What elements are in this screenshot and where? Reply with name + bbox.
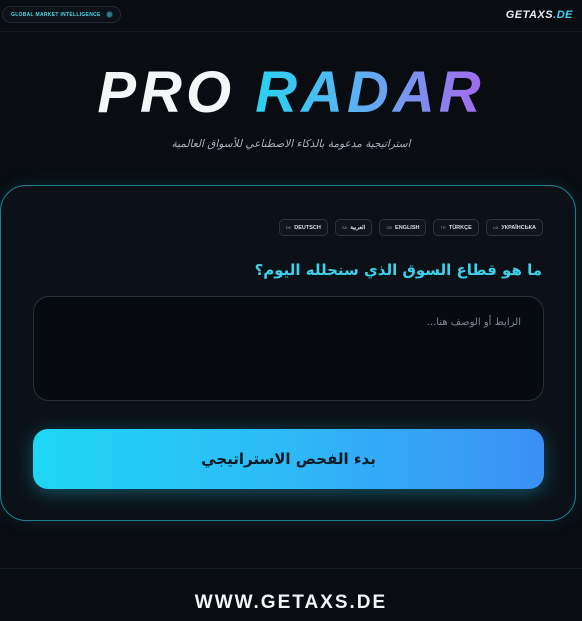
- market-intelligence-badge: GLOBAL MARKET INTELLIGENCE: [2, 6, 121, 23]
- hero-tagline: استراتيجية مدعومة بالذكاء الاصطناعي للأس…: [171, 138, 411, 150]
- lang-button-de[interactable]: DE DEUTSCH: [278, 219, 328, 236]
- lang-button-en[interactable]: GB ENGLISH: [379, 219, 427, 236]
- footer-brand-link[interactable]: WWW.GETAXS.DE: [0, 592, 582, 614]
- brand-main: GETAXS: [505, 9, 554, 21]
- language-switcher: DE DEUTSCH SA العربية GB ENGLISH TR TÜRK…: [278, 219, 543, 236]
- hero-title: PRO RADAR: [0, 58, 582, 128]
- lang-label: TÜRKÇE: [448, 224, 472, 231]
- footer-divider: [0, 568, 582, 569]
- lang-button-ar[interactable]: SA العربية: [334, 219, 373, 236]
- lang-button-uk[interactable]: UA УКРАЇНСЬКА: [485, 219, 543, 236]
- hero-title-word2: RADAR: [255, 60, 485, 125]
- flag-tr-icon: TR: [440, 225, 446, 230]
- analysis-card: DE DEUTSCH SA العربية GB ENGLISH TR TÜRK…: [0, 185, 576, 521]
- status-dot-icon: [106, 12, 112, 17]
- brand-logo[interactable]: GETAXS.DE: [506, 9, 573, 21]
- market-input-field[interactable]: [33, 296, 544, 401]
- form-question: ما هو قطاع السوق الذي سنحلله اليوم؟: [254, 261, 542, 279]
- brand-tld: .DE: [553, 9, 573, 21]
- badge-label: GLOBAL MARKET INTELLIGENCE: [11, 11, 101, 18]
- hero: PRO RADAR: [0, 58, 582, 128]
- start-scan-button[interactable]: بدء الفحص الاستراتيجي: [33, 429, 544, 489]
- lang-label: УКРАЇНСЬКА: [501, 224, 536, 231]
- flag-sa-icon: SA: [341, 225, 348, 230]
- hero-title-word1: PRO: [97, 60, 236, 125]
- lang-label: العربية: [350, 224, 366, 231]
- flag-de-icon: DE: [285, 225, 292, 230]
- flag-gb-icon: GB: [386, 225, 393, 230]
- top-bar: GLOBAL MARKET INTELLIGENCE GETAXS.DE: [0, 0, 582, 32]
- lang-button-tr[interactable]: TR TÜRKÇE: [433, 219, 479, 236]
- lang-label: ENGLISH: [395, 224, 420, 231]
- lang-label: DEUTSCH: [294, 224, 321, 231]
- flag-ua-icon: UA: [492, 225, 499, 230]
